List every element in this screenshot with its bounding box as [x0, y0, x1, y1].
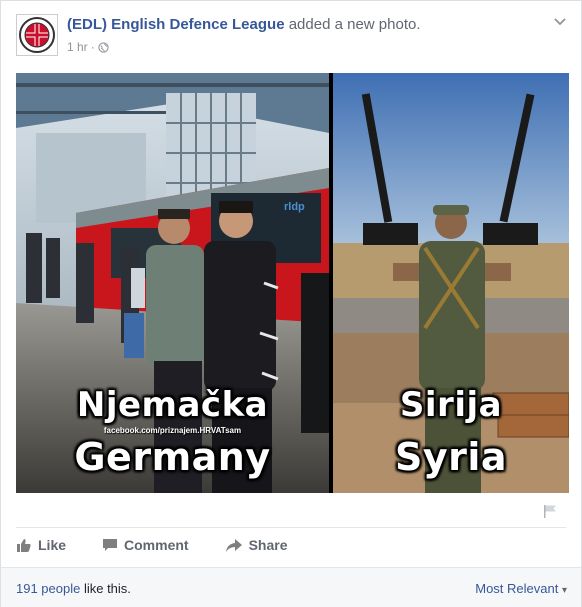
edl-logo-icon [17, 15, 57, 55]
post-meta: 1 hr · [67, 40, 109, 54]
thumbs-up-icon [17, 539, 31, 552]
share-button[interactable]: Share [225, 537, 288, 553]
photo-panel-syria: Sirija Syria [333, 73, 569, 493]
soldier-scene [333, 73, 569, 493]
share-arrow-icon [225, 539, 242, 552]
sort-label: Most Relevant [475, 581, 559, 596]
photo-watermark: facebook.com/priznajem.HRVATsam [103, 426, 242, 435]
post-title: (EDL) English Defence League added a new… [67, 15, 537, 35]
chevron-down-icon[interactable] [553, 17, 567, 27]
like-label: Like [38, 537, 67, 553]
likes-count-link[interactable]: 191 people [16, 581, 80, 596]
feed-post: (EDL) English Defence League added a new… [0, 0, 582, 607]
post-timestamp[interactable]: 1 hr [67, 40, 88, 54]
globe-icon[interactable] [98, 41, 109, 53]
share-label: Share [248, 537, 288, 553]
likes-suffix: like this. [80, 581, 131, 596]
comment-button[interactable]: Comment [102, 537, 189, 553]
caption-syria: Syria [394, 435, 508, 479]
page-name-link[interactable]: (EDL) English Defence League [67, 16, 285, 33]
post-divider [16, 527, 566, 528]
like-button[interactable]: Like [16, 537, 66, 553]
post-action-text: added a new photo. [288, 16, 421, 33]
post-actions: Like Comment Share [16, 537, 324, 553]
caption-sirija: Sirija [399, 385, 503, 425]
speech-bubble-icon [103, 539, 118, 551]
page-avatar[interactable] [16, 14, 58, 56]
post-header: (EDL) English Defence League added a new… [67, 15, 537, 35]
comment-label: Comment [124, 537, 189, 553]
sort-dropdown[interactable]: Most Relevant ▾ [475, 581, 567, 596]
post-footer: 191 people like this. Most Relevant ▾ [1, 567, 581, 607]
photo-panel-germany: rldp Njemačka facebook.com/priznajem.HRV… [16, 73, 329, 493]
train-sign: rldp [284, 201, 305, 213]
likes-summary: 191 people like this. [16, 581, 131, 596]
caption-germany: Germany [74, 435, 271, 479]
meta-separator: · [90, 40, 95, 54]
flag-icon[interactable] [542, 503, 558, 519]
caption-njemacka: Njemačka [76, 385, 269, 425]
post-photo[interactable]: rldp Njemačka facebook.com/priznajem.HRV… [16, 73, 569, 493]
sort-caret-icon: ▾ [561, 585, 567, 596]
